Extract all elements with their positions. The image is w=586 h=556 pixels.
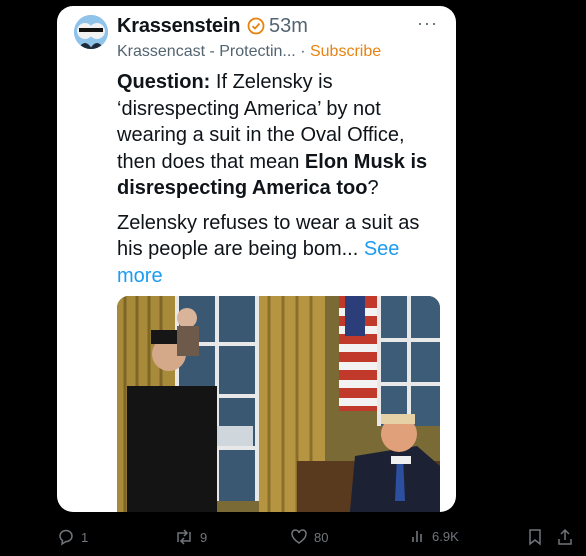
question-end: ?: [367, 177, 379, 199]
post-card[interactable]: Krassenstein 53m ··· Krassencast - Prote…: [57, 6, 456, 512]
share-icon: [556, 528, 574, 546]
reply-icon: [57, 528, 75, 546]
question-paragraph: Question: If Zelensky is ‘disrespecting …: [117, 69, 447, 202]
verified-icon: [247, 17, 265, 40]
views-icon: [410, 528, 426, 544]
bookmark-icon: [527, 528, 543, 546]
community-name[interactable]: Krassencast - Protectin...: [117, 43, 296, 60]
like-icon: [290, 528, 308, 546]
views-count: 6.9K: [432, 528, 459, 544]
separator: ·: [300, 43, 306, 60]
share-button[interactable]: [556, 528, 574, 546]
community-line: Krassencast - Protectin... · Subscribe: [117, 43, 381, 61]
question-label: Question:: [117, 71, 211, 93]
like-button[interactable]: 80: [290, 528, 328, 546]
action-bar: 1 9 80 6.9K: [0, 528, 586, 552]
bookmark-button[interactable]: [527, 528, 543, 546]
author-name[interactable]: Krassenstein: [117, 15, 240, 38]
more-icon[interactable]: ···: [417, 13, 438, 34]
repost-count: 9: [200, 529, 208, 545]
post-time[interactable]: 53m: [269, 15, 308, 38]
body-paragraph: Zelensky refuses to wear a suit as his p…: [117, 210, 447, 290]
repost-button[interactable]: 9: [174, 528, 207, 546]
like-count: 80: [314, 529, 329, 545]
subscribe-link[interactable]: Subscribe: [310, 43, 381, 60]
repost-icon: [174, 528, 194, 546]
avatar[interactable]: [74, 15, 108, 49]
post-image[interactable]: [117, 296, 440, 512]
reply-count: 1: [81, 529, 89, 545]
reply-button[interactable]: 1: [57, 528, 88, 546]
views-button[interactable]: 6.9K: [410, 528, 459, 544]
post-text: Question: If Zelensky is ‘disrespecting …: [117, 69, 447, 289]
